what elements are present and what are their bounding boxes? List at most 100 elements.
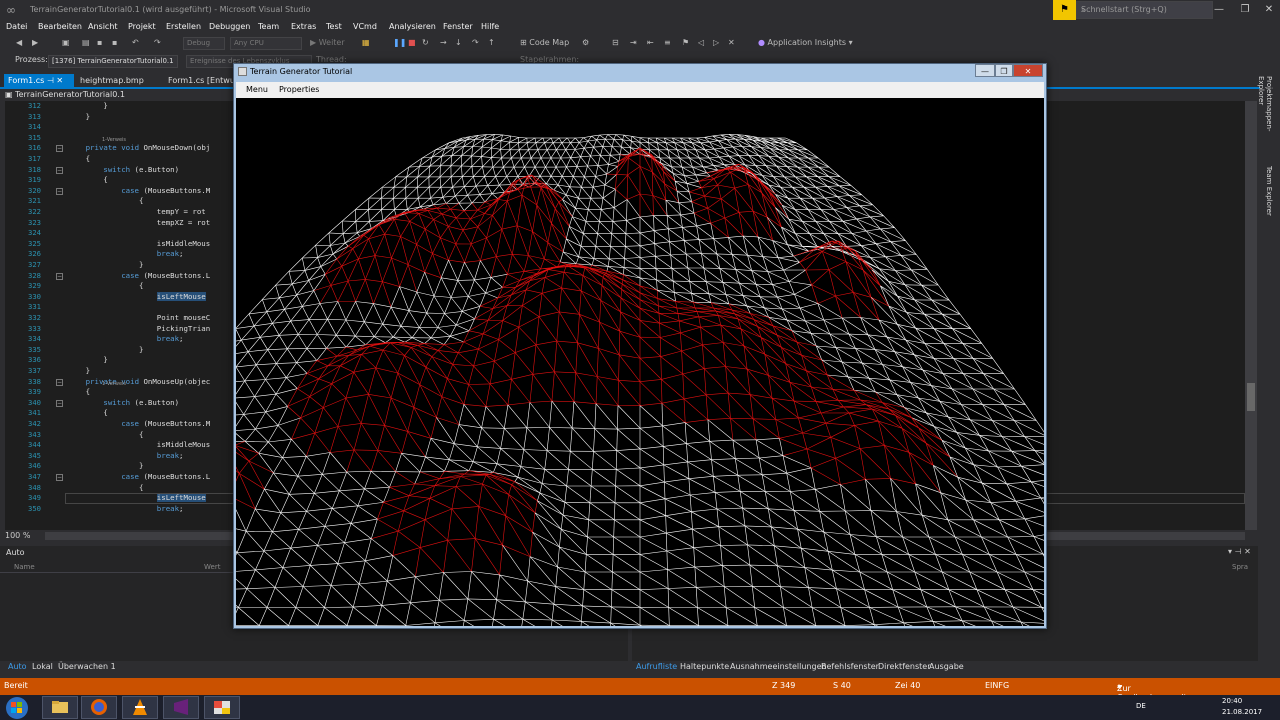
show-next-statement-icon[interactable]: → [440,35,447,51]
team-explorer-tab[interactable]: Team Explorer [1263,166,1273,220]
format-icon[interactable]: ⊟ [612,35,619,51]
code-line[interactable]: break; [50,334,184,345]
restart-icon[interactable]: ↻ [422,35,429,51]
new-item-icon[interactable]: ▣ [62,35,70,51]
code-line[interactable]: } [50,260,143,271]
col-name[interactable]: Name [14,563,35,571]
step-out-icon[interactable]: ↑ [488,35,495,51]
code-line[interactable]: break; [50,451,184,462]
minimize-button[interactable]: — [1206,0,1232,20]
pin-icon[interactable]: ⊣ [47,76,54,85]
tab-befehlsfenster[interactable]: Befehlsfenster [821,662,879,671]
terrain-viewport[interactable] [236,98,1044,626]
fold-toggle-icon[interactable]: − [56,187,63,195]
solution-explorer-tab[interactable]: Projektmappen-Explorer [1257,76,1273,160]
zoom-level[interactable]: 100 % [5,530,45,542]
tab-form1-cs[interactable]: Form1.cs ⊣ ✕ [4,74,74,88]
fold-toggle-icon[interactable]: − [56,166,63,174]
tab-heightmap-bmp[interactable]: heightmap.bmp [76,74,162,88]
bookmark-icon[interactable]: ⚑ [682,35,689,51]
code-line[interactable]: { [50,196,143,207]
code-line[interactable]: PickingTrian [50,324,210,335]
code-line[interactable]: { [50,408,107,419]
save-icon[interactable]: ▪ [97,35,102,51]
windows-start-icon[interactable] [4,696,30,720]
menu-erstellen[interactable]: Erstellen [166,22,201,31]
code-line[interactable]: { [50,154,90,165]
tab-ausgabe[interactable]: Ausgabe [929,662,964,671]
col-language[interactable]: Spra [1232,563,1248,571]
code-line[interactable]: Point mouseC [50,313,210,324]
comment-icon[interactable]: ≡ [664,35,671,51]
code-line[interactable]: tempY = rot [50,207,206,218]
code-line[interactable]: switch (e.Button) [50,398,179,409]
fold-toggle-icon[interactable]: − [56,474,63,481]
tab-auto[interactable]: Auto [8,662,27,671]
clock-date[interactable]: 21.08.2017 [1222,708,1262,716]
code-line[interactable]: { [50,175,107,186]
code-line[interactable]: isLeftMouse [50,291,206,303]
code-line[interactable]: break; [50,504,184,515]
continue-button[interactable]: ▶ Weiter [310,35,345,51]
config-select[interactable]: Debug [183,37,225,50]
step-over-icon[interactable]: ↷ [472,35,479,51]
maximize-button[interactable]: ❐ [1232,0,1258,20]
platform-select[interactable]: Any CPU [230,37,302,50]
app-minimize-button[interactable]: — [975,64,995,77]
code-line[interactable]: private void OnMouseUp(objec [50,377,211,388]
menu-projekt[interactable]: Projekt [128,22,156,31]
outdent-icon[interactable]: ⇤ [647,35,654,51]
quick-launch-input[interactable]: Schnellstart (Strg+Q) ⌕ [1076,1,1213,19]
tab-haltepunkte[interactable]: Haltepunkte [680,662,729,671]
source-control-button[interactable]: ⇡ Zur Quellcodeverwaltung hinzufügen ▴ [1117,681,1202,711]
menu-ansicht[interactable]: Ansicht [88,22,118,31]
bookmark-next-icon[interactable]: ▷ [713,35,719,51]
hex-icon[interactable]: ⚙ [582,35,589,51]
menu-bearbeiten[interactable]: Bearbeiten [38,22,82,31]
bookmark-clear-icon[interactable]: ✕ [728,35,735,51]
app-maximize-button[interactable]: ❐ [995,64,1013,77]
bookmark-prev-icon[interactable]: ◁ [698,35,704,51]
code-line[interactable]: { [50,281,143,292]
tab-ausnahmeeinstellungen[interactable]: Ausnahmeeinstellungen [730,662,827,671]
menu-test[interactable]: Test [326,22,342,31]
code-line[interactable]: case (MouseButtons.M [50,419,210,430]
terrain-app-taskbar-icon[interactable] [204,696,240,719]
col-value[interactable]: Wert [204,563,220,571]
code-line[interactable]: { [50,430,143,441]
language-indicator[interactable]: DE [1136,702,1146,710]
code-line[interactable]: isMiddleMous [50,440,210,451]
code-line[interactable]: case (MouseButtons.L [50,472,210,483]
menu-extras[interactable]: Extras [291,22,316,31]
stop-icon[interactable]: ■ [408,35,416,51]
menu-analysieren[interactable]: Analysieren [389,22,436,31]
forward-icon[interactable]: ▶ [32,35,38,51]
fold-toggle-icon[interactable]: − [56,272,63,280]
code-line[interactable]: tempXZ = rot [50,218,210,229]
app-menu-menu[interactable]: Menu [246,85,268,94]
code-line[interactable]: isMiddleMous [50,239,210,250]
close-tab-icon[interactable]: ✕ [56,76,63,85]
tab-watch1[interactable]: Überwachen 1 [58,662,116,671]
editor-vertical-scrollbar[interactable] [1245,101,1257,530]
tab-aufrufliste[interactable]: Aufrufliste [636,662,677,671]
code-line[interactable]: } [50,366,90,377]
code-line[interactable]: } [50,112,90,123]
editor-scroll-thumb[interactable] [1247,383,1255,411]
code-line[interactable]: break; [50,249,184,260]
reference-count[interactable]: 1-Verweis [102,137,126,143]
menu-datei[interactable]: Datei [6,22,27,31]
back-icon[interactable]: ◀ [16,35,22,51]
menu-team[interactable]: Team [258,22,279,31]
menu-debuggen[interactable]: Debuggen [209,22,250,31]
code-line[interactable]: } [50,345,143,356]
menu-vcmd[interactable]: VCmd [353,22,377,31]
reference-count[interactable]: 1-Verweis [102,381,126,387]
attach-icon[interactable]: ▦ [362,35,370,51]
save-all-icon[interactable]: ▪ [112,35,117,51]
code-line[interactable]: } [50,461,143,472]
fold-toggle-icon[interactable]: − [56,399,63,407]
close-button[interactable]: ✕ [1256,0,1280,20]
vlc-icon[interactable] [122,696,158,719]
app-close-button[interactable]: ✕ [1013,64,1043,77]
